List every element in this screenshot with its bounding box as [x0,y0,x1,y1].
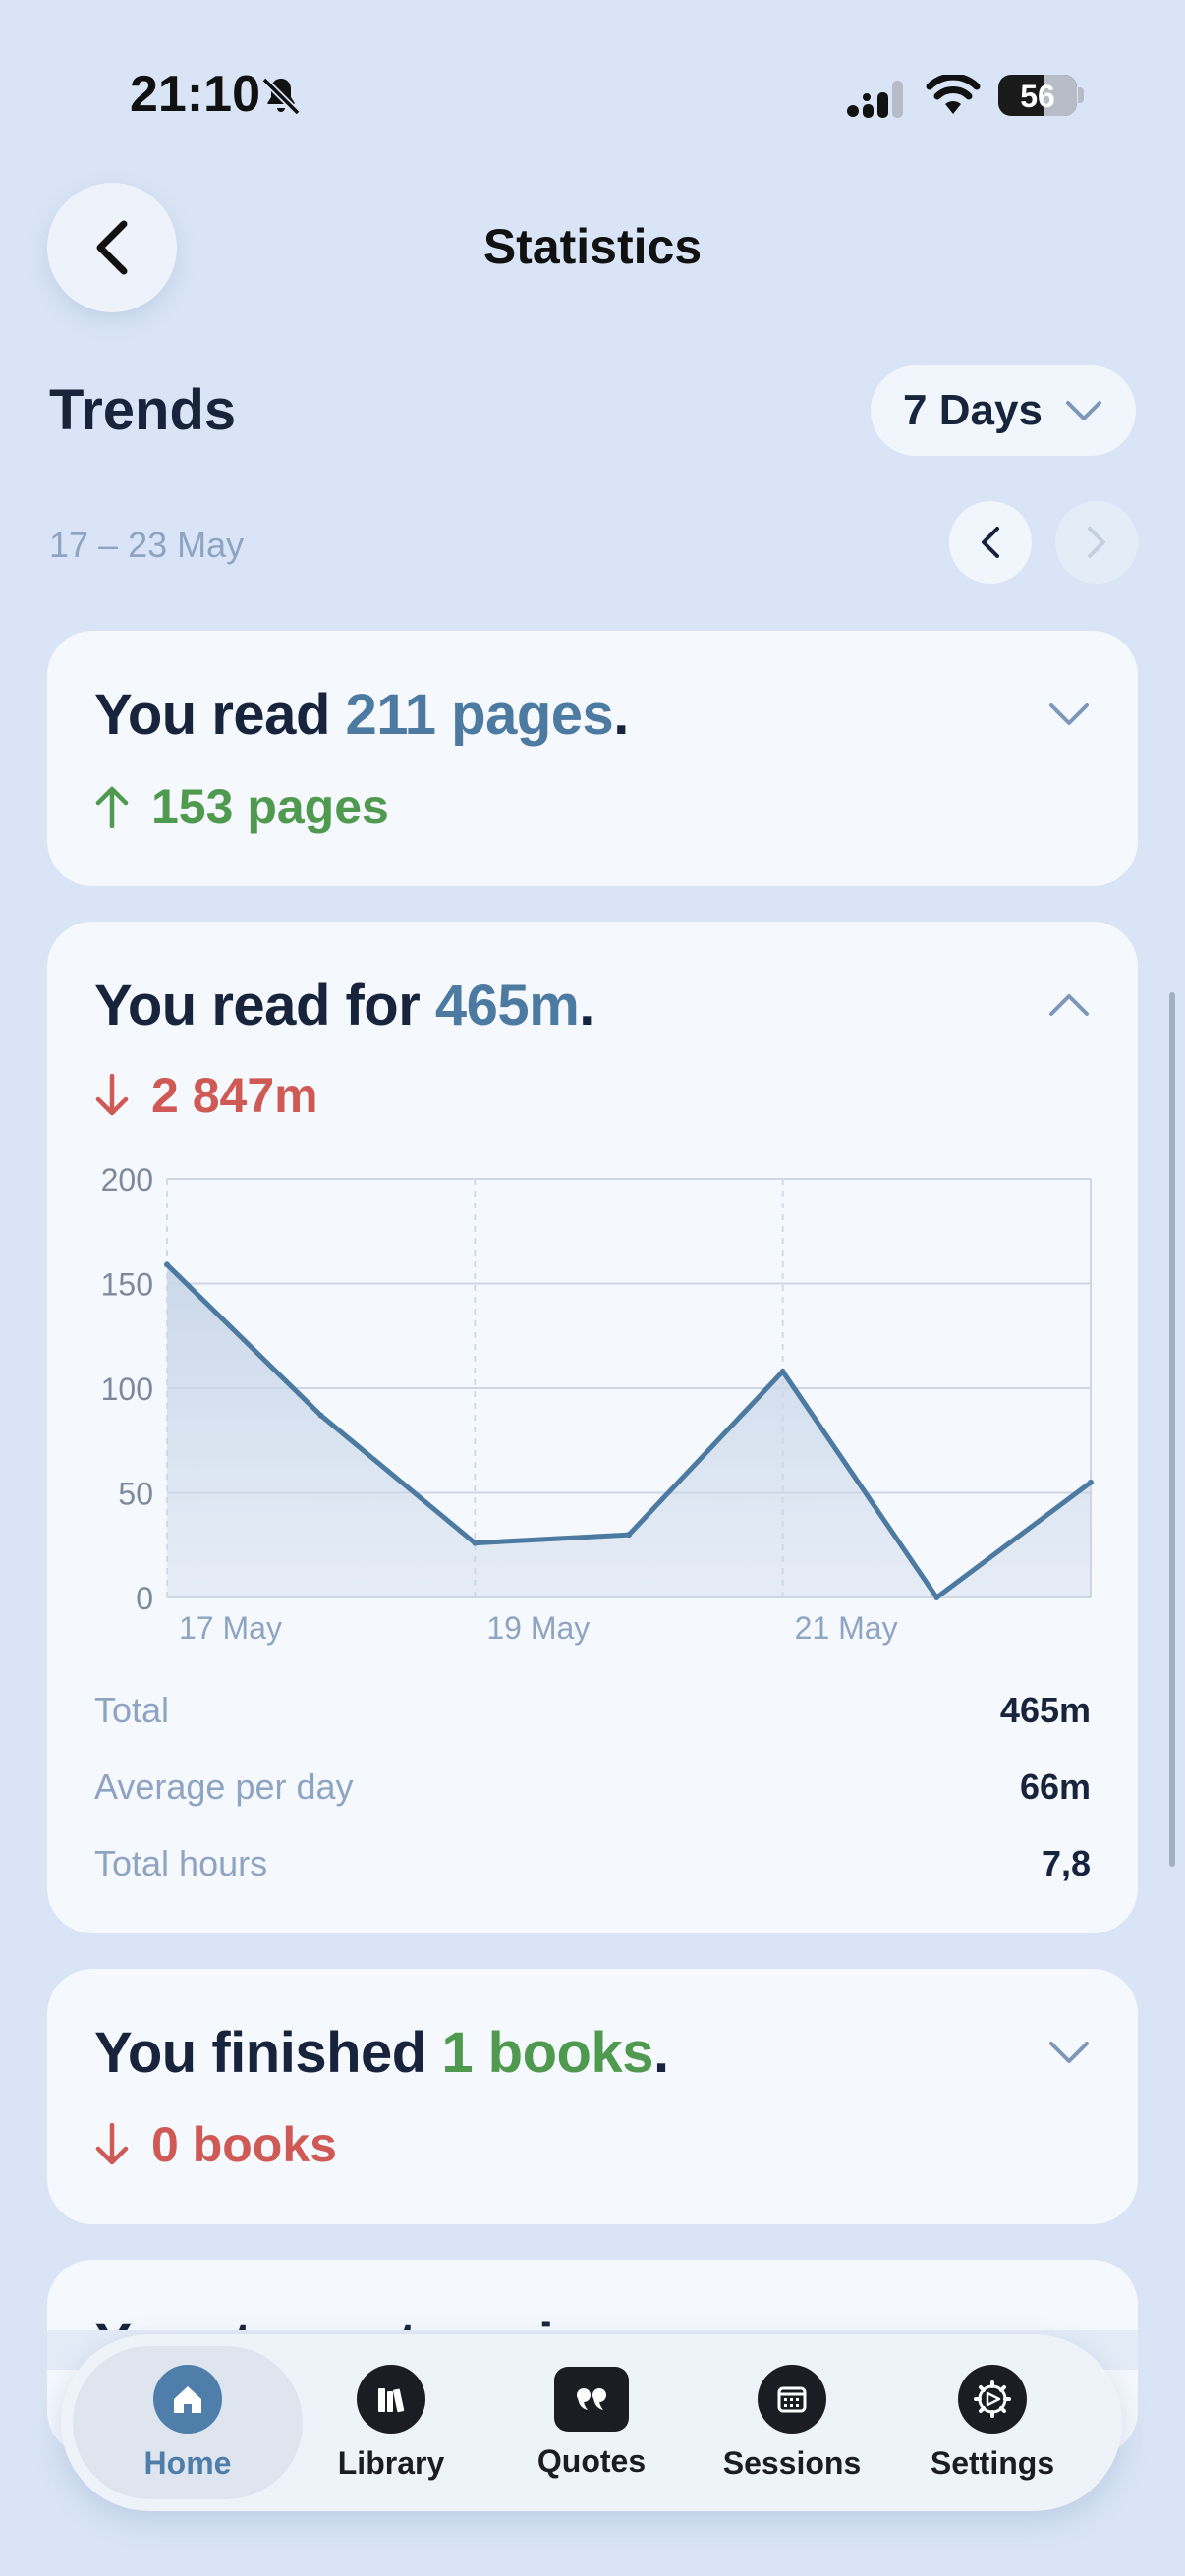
chart-point [164,1261,170,1268]
x-tick-label: 21 May [795,1610,898,1646]
next-period-button[interactable] [1055,501,1138,584]
chevron-down-icon[interactable] [1047,2040,1091,2065]
previous-period-button[interactable] [949,501,1032,584]
chevron-down-icon[interactable] [1047,701,1091,727]
chevron-left-icon [982,527,999,558]
y-tick-label: 100 [101,1372,153,1407]
tab-sessions[interactable]: Sessions [694,2334,890,2511]
range-dropdown-label: 7 Days [903,386,1043,434]
stat-value-average: 66m [1019,1766,1091,1807]
range-dropdown[interactable]: 7 Days [871,365,1136,456]
time-card-heading: You read for 465m. [94,973,594,1038]
time-card[interactable]: You read for 465m. 2 847m 200 150 100 50 0 17… [47,922,1138,1933]
books-card[interactable]: You finished 1 books. 0 books [47,1969,1138,2224]
books-icon [357,2364,425,2434]
books-delta: 0 books [94,2116,337,2173]
chart-point [779,1368,786,1374]
section-title-trends: Trends [49,378,237,442]
chevron-up-icon[interactable] [1047,992,1091,1018]
tab-bar: Home Library Quotes Sessions Settings [61,2334,1122,2511]
pages-delta-value: 153 pages [151,779,389,834]
stat-value-hours: 7,8 [1041,1843,1091,1883]
y-tick-label: 150 [101,1267,153,1303]
tab-home[interactable]: Home [73,2346,303,2499]
chevron-down-icon [1065,401,1101,420]
stat-label-average: Average per day [94,1766,354,1807]
time-value: 465m [434,974,580,1037]
battery-icon: 56 [998,75,1077,116]
pages-card-heading: You read 211 pages. [94,682,629,748]
books-prefix: You finished [94,2021,442,2085]
wifi-icon [926,75,981,114]
x-tick-label: 19 May [486,1610,590,1646]
date-range: 17 – 23 May [49,525,245,565]
chart-point [933,1595,940,1600]
chart-point [1088,1479,1094,1485]
y-tick-label: 50 [118,1477,153,1512]
reading-time-chart: 200 150 100 50 0 17 May 19 May 21 May [101,1162,1094,1646]
chart-point [317,1412,324,1419]
tab-quotes-label: Quotes [536,2442,647,2479]
stat-label-hours: Total hours [94,1843,268,1883]
calendar-icon [758,2364,826,2434]
home-icon [153,2364,222,2434]
y-tick-label: 0 [136,1581,153,1616]
pages-card[interactable]: You read 211 pages. 153 pages [47,631,1138,886]
status-time: 21:10 [130,66,260,123]
chart-point [626,1532,632,1539]
pages-suffix: . [613,683,629,747]
pages-prefix: You read [94,683,346,747]
arrow-up-icon [95,786,129,828]
books-delta-value: 0 books [151,2117,337,2172]
battery-level: 56 [1020,79,1055,114]
arrow-down-icon [95,1074,129,1116]
tab-library-label: Library [337,2444,445,2481]
books-card-heading: You finished 1 books. [94,2020,669,2086]
gear-icon [958,2364,1027,2434]
time-suffix: . [579,974,594,1037]
signal-icon [847,81,903,118]
books-value: 1 books [441,2021,653,2085]
page-title: Statistics [482,219,703,274]
stat-label-total: Total [94,1690,170,1730]
time-delta-value: 2 847m [151,1068,318,1123]
x-tick-label: 17 May [179,1610,282,1646]
scrollbar[interactable] [1169,992,1175,1867]
tab-settings[interactable]: Settings [894,2334,1091,2511]
tab-library[interactable]: Library [293,2334,489,2511]
tab-settings-label: Settings [930,2444,1055,2481]
chart-area [167,1264,1091,1597]
time-prefix: You read for [94,974,435,1037]
tab-sessions-label: Sessions [722,2444,862,2481]
chart-point [472,1540,479,1546]
y-tick-label: 200 [101,1162,153,1198]
arrow-down-icon [95,2123,129,2165]
pages-value: 211 pages [345,683,614,747]
stat-value-total: 465m [999,1690,1091,1730]
bell-muted-icon [261,77,301,116]
time-delta: 2 847m [94,1067,318,1124]
tab-quotes[interactable]: Quotes [493,2334,690,2511]
quote-icon [554,2366,629,2432]
battery-tip [1078,87,1084,103]
pages-delta: 153 pages [94,778,389,835]
books-suffix: . [652,2021,669,2085]
chevron-right-icon [1088,527,1105,558]
tab-home-label: Home [143,2444,232,2481]
